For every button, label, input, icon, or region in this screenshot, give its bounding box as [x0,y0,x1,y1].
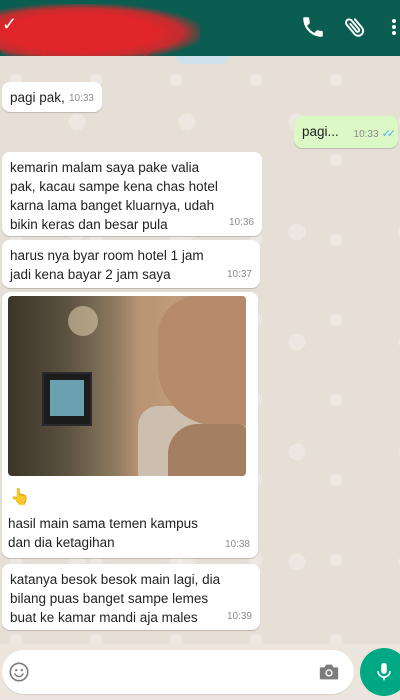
message-bubble-image[interactable]: 👆 hasil main sama temen kampus dan dia k… [2,292,258,558]
message-time: 10:33 [68,93,94,104]
pointing-up-emoji: 👆 [10,489,30,506]
message-bubble-incoming[interactable]: harus nya byar room hotel 1 jam jadi ken… [2,240,260,288]
smiley-icon[interactable] [8,661,30,683]
paperclip-icon[interactable] [342,14,368,40]
photo-tv [42,372,92,426]
message-text: harus nya byar room hotel 1 jam jadi ken… [10,248,204,282]
message-bubble-outgoing[interactable]: pagi... 10:33 ✓✓ [294,116,398,148]
message-time: 10:38 [224,539,250,550]
message-text: kemarin malam saya pake valia pak, kacau… [10,160,218,232]
message-meta: 10:33 ✓✓ [353,125,397,144]
message-input[interactable] [2,650,354,694]
message-bubble-incoming[interactable]: pagi pak, 10:33 [2,82,102,112]
photo-lamp [68,306,98,336]
message-time: 10:33 [353,129,379,140]
camera-icon[interactable] [318,662,340,682]
message-time: 10:37 [226,269,252,280]
arrow-left-icon[interactable]: ✓ [2,14,17,35]
message-time: 10:36 [228,217,254,228]
message-bubble-incoming[interactable]: kemarin malam saya pake valia pak, kacau… [2,152,262,236]
message-caption: hasil main sama temen kampus dan dia ket… [8,516,198,550]
date-pill [176,56,228,64]
read-ticks-icon: ✓✓ [381,128,397,140]
message-photo[interactable] [8,296,246,476]
message-bubble-incoming[interactable]: katanya besok besok main lagi, dia bilan… [2,564,260,630]
phone-icon[interactable] [300,14,326,40]
microphone-icon [377,662,391,681]
compose-bar [0,644,400,700]
chat-header: ✓ [0,0,400,63]
mic-button[interactable] [360,648,400,696]
message-time: 10:39 [226,611,252,622]
message-text: katanya besok besok main lagi, dia bilan… [10,572,221,625]
photo-figure-lower [168,424,246,476]
more-vertical-icon[interactable] [382,14,400,40]
